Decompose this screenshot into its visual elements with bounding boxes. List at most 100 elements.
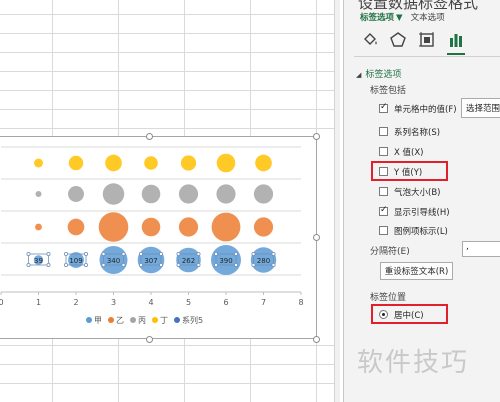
chart-resize-handle[interactable]	[146, 336, 153, 343]
chart-x-tick-label: 5	[186, 298, 191, 307]
chart-data-label: 280	[257, 257, 270, 265]
chart-data-label-handle	[196, 252, 201, 257]
chart-legend-label: 乙	[116, 316, 124, 325]
chart-resize-handle[interactable]	[313, 133, 320, 140]
bar-chart-icon[interactable]	[447, 31, 465, 49]
chart-legend-label: 系列5	[182, 315, 203, 325]
highlight-box-center	[371, 304, 448, 324]
chart-data-label: 390	[219, 257, 232, 265]
chevron-down-icon[interactable]: ▼	[396, 13, 403, 23]
bubble-chart[interactable]: 0 1 2 3 4 5 6 7 8 39 109 340 307 262 390 280 甲 乙 丙 丁 系列5	[0, 136, 317, 339]
checkbox[interactable]	[379, 226, 388, 235]
chart-legend-swatch	[130, 317, 136, 323]
grid-line	[0, 345, 340, 346]
chart-data-label-handle	[176, 252, 181, 257]
chart-data-label: 340	[107, 257, 120, 265]
chart-resize-handle[interactable]	[313, 336, 320, 343]
chart-bubble	[178, 184, 199, 204]
checkbox[interactable]	[379, 187, 388, 196]
label-position-heading: 标签位置	[370, 293, 407, 303]
chart-bubble	[68, 186, 84, 202]
chart-resize-handle[interactable]	[146, 133, 153, 140]
collapse-triangle-icon[interactable]: ◢	[356, 71, 361, 79]
option-label: 显示引导线(H)	[394, 208, 450, 218]
size-properties-icon[interactable]	[418, 31, 436, 49]
chart-data-label-handle	[64, 252, 69, 257]
fill-icon[interactable]	[361, 31, 379, 49]
active-tab-indicator	[447, 53, 465, 55]
chart-bubble	[216, 153, 236, 173]
chart-legend-label: 甲	[94, 316, 102, 325]
chart-bubble	[102, 183, 125, 205]
separator-dropdown[interactable]: ,	[462, 241, 500, 257]
highlight-box-y-value	[371, 161, 448, 181]
label-contains-heading: 标签包括	[370, 86, 407, 96]
chart-data-label-handle	[158, 263, 163, 268]
chart-data-label-handle	[121, 263, 126, 268]
chart-data-label-handle	[271, 263, 276, 268]
checkbox[interactable]	[379, 147, 388, 156]
grid-line	[0, 128, 340, 129]
chart-x-tick-label: 6	[223, 298, 228, 307]
pane-tabs: 标签选项 ▼ 文本选项	[360, 11, 445, 23]
chart-bubble	[255, 154, 272, 172]
chart-data-label-handle	[138, 263, 143, 268]
divider	[354, 56, 500, 57]
chart-data-label-handle	[251, 263, 256, 268]
chart-data-label-handle	[251, 252, 256, 257]
chart-bubble	[141, 217, 161, 237]
chart-data-label-handle	[101, 252, 106, 257]
option-label: X 值(X)	[394, 148, 424, 158]
option-label: 气泡大小(B)	[394, 188, 441, 198]
grid-line	[0, 71, 340, 72]
chart-bubble	[211, 212, 241, 242]
chart-data-label-handle	[101, 263, 106, 268]
chart-data-label-handle	[158, 252, 163, 257]
section-title: 标签选项	[365, 70, 402, 80]
tab-label-options[interactable]: 标签选项	[360, 13, 394, 23]
chart-x-tick-label: 3	[111, 298, 116, 307]
select-range-button[interactable]: 选择范围...	[461, 98, 500, 118]
checkbox[interactable]	[379, 205, 388, 216]
chart-data-label-handle	[26, 252, 31, 257]
grid-line	[0, 52, 340, 53]
tab-text-options[interactable]: 文本选项	[411, 13, 445, 23]
chart-bubble	[98, 212, 129, 242]
chart-data-label-handle	[84, 263, 89, 268]
chart-data-label: 109	[69, 257, 82, 265]
chart-bubble	[34, 158, 43, 168]
chart-data-label: 39	[34, 257, 43, 265]
chart-x-tick-label: 0	[0, 298, 4, 307]
checkbox[interactable]	[379, 102, 388, 113]
chart-bubble	[253, 217, 274, 237]
separator-label: 分隔符(E)	[370, 247, 410, 257]
pentagon-icon[interactable]	[389, 31, 407, 49]
chart-data-label-handle	[46, 252, 51, 257]
chart-data-label: 262	[182, 257, 195, 265]
grid-line	[0, 109, 340, 110]
chart-bubble	[144, 156, 158, 170]
reset-label-text-button[interactable]: 重设标签文本(R)	[380, 262, 453, 280]
grid-line	[0, 383, 340, 384]
chart-bubble	[216, 184, 236, 204]
chart-data-label-handle	[121, 252, 126, 257]
worksheet[interactable]: 0 1 2 3 4 5 6 7 8 39 109 340 307 262 390 280 甲 乙 丙 丁 系列5	[0, 0, 340, 402]
chart-legend-swatch	[86, 317, 92, 323]
vertical-scrollbar[interactable]	[334, 0, 340, 402]
chart-data-label-handle	[196, 263, 201, 268]
grid-line	[0, 33, 340, 34]
chart-legend-label: 丁	[160, 316, 168, 325]
option-label: 图例项标示(L)	[394, 227, 448, 237]
chart-data-label-handle	[26, 263, 31, 268]
grid-line	[0, 90, 340, 91]
watermark-text: 软件技巧	[357, 348, 470, 378]
chart-bubble	[67, 218, 85, 236]
chart-bubble	[180, 155, 197, 171]
checkbox[interactable]	[379, 127, 388, 136]
chart-x-tick-label: 2	[73, 298, 78, 307]
chart-x-tick-label: 7	[261, 298, 266, 307]
section-label-options[interactable]: ◢ 标签选项	[356, 67, 401, 80]
chart-resize-handle[interactable]	[313, 234, 320, 241]
chart-data-label-handle	[138, 252, 143, 257]
option-label: 单元格中的值(F)	[394, 105, 457, 115]
